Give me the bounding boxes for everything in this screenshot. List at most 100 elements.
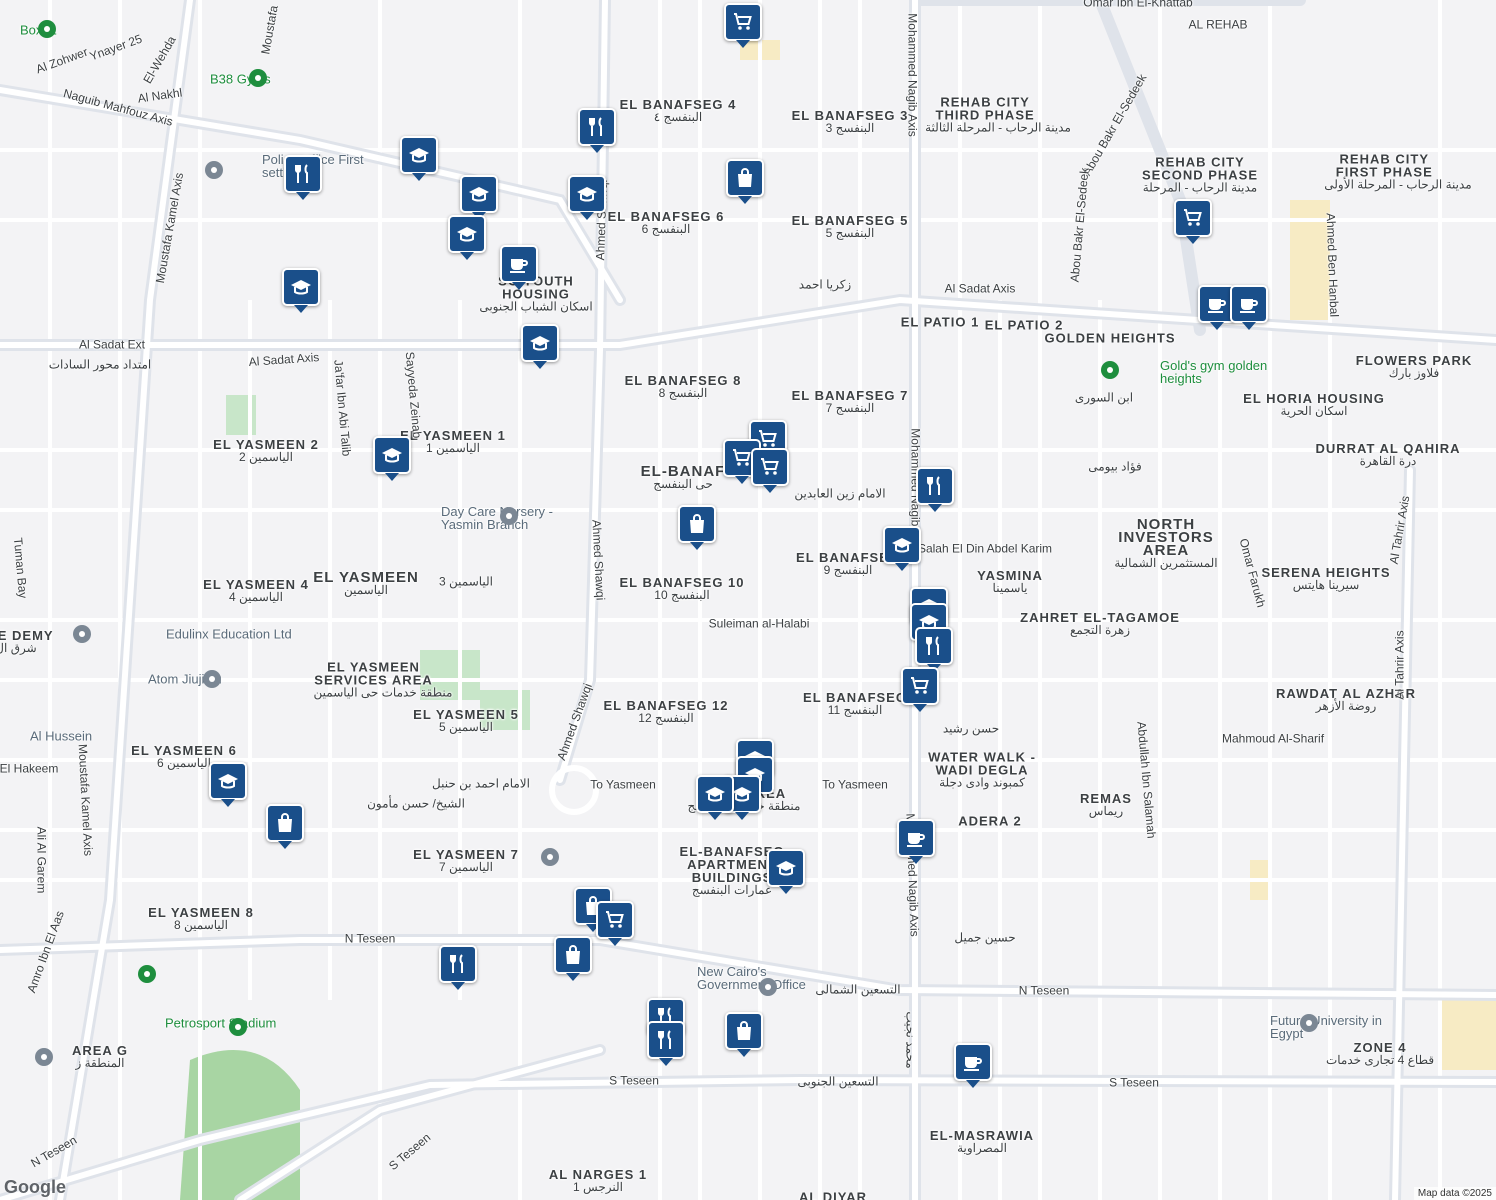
map-pin-fork-knife[interactable] (578, 108, 616, 153)
area-label-en: REHAB CITY FIRST PHASE (1335, 151, 1433, 180)
area-label-ar: زهرة التجمع (1069, 623, 1131, 637)
area-label-ar: البنفسج 6 (641, 222, 691, 236)
road-label-omar-ibn-el-khattab: Omar Ibn El-Khattab (1083, 0, 1193, 10)
museum-marker[interactable] (541, 848, 559, 866)
b38-gyms-marker[interactable] (249, 69, 267, 87)
area-label-ar: سيرينا هايتس (1292, 578, 1360, 592)
map-pin-bag[interactable] (726, 159, 764, 204)
road-label-al-tahrir-axis: Al Tahrir Axis (1392, 630, 1407, 700)
area-label-banafseg3: EL BANAFSEG 3 البنفسج 3 (792, 109, 909, 135)
arabic-road-label: التسعين الجنوبى (797, 1074, 879, 1089)
poi-label-al-hussein[interactable]: Al Hussein (30, 730, 92, 743)
area-g-marker[interactable] (35, 1048, 53, 1066)
map-pin-school[interactable] (767, 849, 805, 894)
map-pin-school[interactable] (460, 175, 498, 220)
map-pin-cart[interactable] (724, 3, 762, 48)
area-label-masrawia: EL-MASRAWIA المصراوية (930, 1129, 1034, 1155)
arabic-road-label: زكريا احمد (798, 277, 852, 292)
area-label-ar: كمبوند وادى دجلة (939, 775, 1025, 790)
map-pin-coffee[interactable] (954, 1043, 992, 1088)
area-label-banafseg6: EL BANAFSEG 6 البنفسج 6 (608, 210, 725, 236)
coffee-icon (1237, 292, 1261, 316)
gov-office-marker[interactable] (759, 978, 777, 996)
map-pin-cart[interactable] (901, 667, 939, 712)
area-label-waterwalk: WATER WALK - WADI DEGLA كمبوند وادى دجلة (922, 751, 1042, 790)
day-care-marker[interactable] (500, 507, 518, 525)
fork-knife-icon (923, 474, 947, 498)
area-label-ar: قطاع 4 تجارى خدمات (1325, 1053, 1435, 1067)
map-pin-school[interactable] (448, 215, 486, 260)
area-label-banafseg5: EL BANAFSEG 5 البنفسج 5 (792, 214, 909, 240)
map-attribution[interactable]: Map data ©2025 (1413, 1187, 1496, 1200)
map-pin-coffee[interactable] (1230, 285, 1268, 330)
area-label-ar: شرق ال (0, 641, 37, 655)
area-label-ar: البنفسج 10 (654, 588, 710, 602)
school-icon (575, 182, 599, 206)
poi-label-edulinx-education-ltd[interactable]: Edulinx Education Ltd (166, 628, 292, 641)
map-pin-school[interactable] (400, 136, 438, 181)
map-pin-fork-knife[interactable] (915, 627, 953, 672)
road-label-salah-el-din-abdel-karim: Salah El Din Abdel Karim (917, 541, 1053, 556)
map-pin-school[interactable] (696, 775, 734, 820)
map-pin-coffee[interactable] (500, 245, 538, 290)
area-label-ar: حى البنفسج (653, 477, 713, 491)
area-label-rehab1: REHAB CITY FIRST PHASE مدينة الرحاب - الم… (1324, 153, 1471, 192)
map-pin-cart[interactable] (596, 901, 634, 946)
map-pin-school[interactable] (883, 526, 921, 571)
map-canvas[interactable]: EL BANAFSEG 4 البنفسج ٤ EL BANAFSEG 3 البنف… (0, 0, 1496, 1200)
golds-gym-marker[interactable] (1101, 361, 1119, 379)
bag-icon (732, 1019, 756, 1043)
map-pin-school[interactable] (568, 175, 606, 220)
area-label-golden: GOLDEN HEIGHTS (1044, 332, 1175, 345)
poi-label-future-university-in-egypt[interactable]: Future University in Egypt (1270, 1014, 1400, 1040)
map-pin-fork-knife[interactable] (916, 467, 954, 512)
map-pin-school[interactable] (282, 268, 320, 313)
cart-icon (758, 455, 782, 479)
area-label-en: NORTH INVESTORS AREA (1118, 516, 1214, 559)
fork-knife-icon (922, 634, 946, 658)
area-label-yasmeen5: EL YASMEEN 5 الياسمين 5 (413, 708, 519, 734)
area-label-banafseg4: EL BANAFSEG 4 البنفسج ٤ (620, 98, 737, 124)
box21-marker[interactable] (38, 20, 56, 38)
map-pin-cart[interactable] (1174, 199, 1212, 244)
map-pin-bag[interactable] (266, 804, 304, 849)
map-pin-bag[interactable] (678, 505, 716, 550)
poi-label-petrosport-stadium[interactable]: Petrosport Stadium (165, 1017, 276, 1030)
map-pin-school[interactable] (373, 436, 411, 481)
area-label-ar: البنفسج 8 (658, 386, 708, 400)
map-pin-fork-knife[interactable] (647, 1021, 685, 1066)
map-pin-fork-knife[interactable] (439, 945, 477, 990)
map-pin-school[interactable] (209, 762, 247, 807)
map-pin-coffee[interactable] (897, 819, 935, 864)
edulinx-marker[interactable] (73, 625, 91, 643)
cart-icon (908, 674, 932, 698)
area-label-serena: SERENA HEIGHTS سيرينا هايتس (1261, 566, 1390, 592)
green-place-marker[interactable] (138, 965, 156, 983)
map-pin-bag[interactable] (554, 936, 592, 981)
map-pin-bag[interactable] (725, 1012, 763, 1057)
atom-jiujitsu-marker[interactable] (203, 670, 221, 688)
area-label-en: GOLDEN HEIGHTS (1044, 330, 1176, 346)
road-label-n-teseen: N Teseen (1018, 983, 1070, 998)
area-label-en: ADERA 2 (958, 813, 1022, 829)
area-label-ar: البنفسج 12 (638, 711, 694, 725)
petrosport-marker[interactable] (229, 1018, 247, 1036)
map-pin-school[interactable] (521, 324, 559, 369)
school-icon (407, 143, 431, 167)
area-label-en: WATER WALK - WADI DEGLA (928, 749, 1036, 778)
future-university-marker[interactable] (1300, 1014, 1318, 1032)
area-label-ar: الياسمين 1 (425, 441, 481, 455)
map-pin-fork-knife[interactable] (284, 155, 322, 200)
area-label-ar: البنفسج 11 (827, 703, 883, 717)
area-label-en: REHAB CITY THIRD PHASE (935, 94, 1035, 123)
area-label-banafseg8: EL BANAFSEG 8 البنفسج 8 (625, 374, 742, 400)
map-pin-cart[interactable] (751, 448, 789, 493)
area-label-ar: مدينة الرحاب - المرحلة الأولى (1324, 177, 1472, 192)
police-office-marker[interactable] (205, 161, 223, 179)
area-label-yasmeen3: الياسمين 3 (439, 575, 493, 589)
area-label-en: EL YASMEEN SERVICES AREA (314, 659, 433, 688)
road-label-suleiman-al-halabi: Suleiman al-Halabi (708, 616, 810, 631)
poi-label-gold-s-gym-golden-heights[interactable]: Gold's gym golden heights (1160, 359, 1290, 385)
arabic-road-label: حسين جميل (954, 930, 1016, 945)
poi-label-police-office-first-settlement[interactable]: Police Office First settlement (262, 153, 392, 179)
